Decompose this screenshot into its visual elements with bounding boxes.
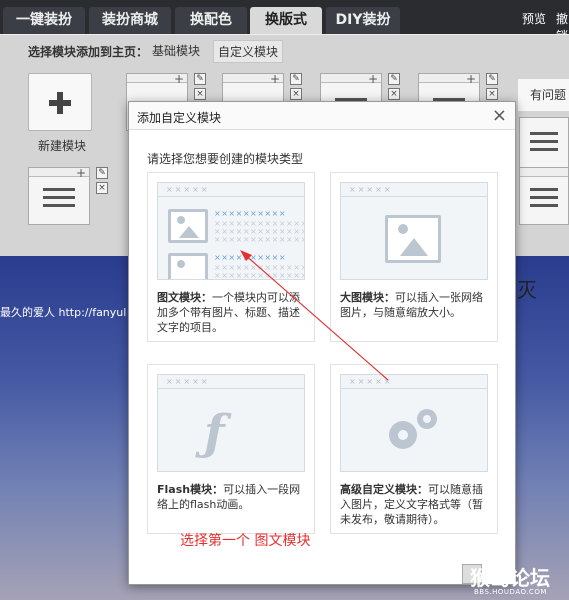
watermark-logo: 猴岛论坛 (470, 566, 550, 590)
watermark-url: BBS.HOUDAO.COM (474, 588, 547, 596)
annotation-arrow (240, 250, 389, 381)
annotation-text: 选择第一个 图文模块 (180, 533, 311, 549)
